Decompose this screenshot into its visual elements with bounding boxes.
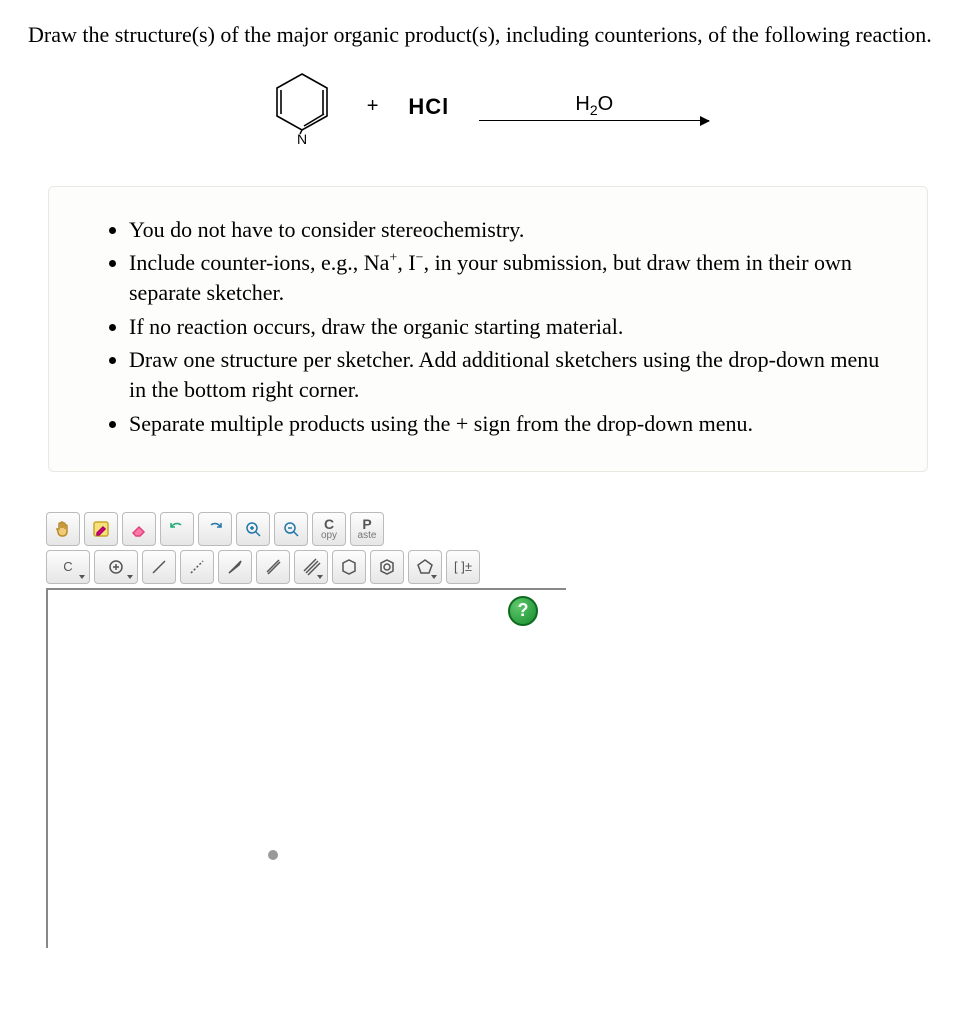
label-small: aste <box>358 531 377 541</box>
reagent-hcl: HCl <box>408 94 449 120</box>
line-icon <box>149 557 169 577</box>
paste-tool[interactable]: Paste <box>350 512 384 546</box>
chevron-down-icon <box>431 575 437 579</box>
chevron-down-icon <box>317 575 323 579</box>
help-button[interactable]: ? <box>508 596 538 626</box>
charge-tool[interactable]: [ ]± <box>446 550 480 584</box>
sketcher-widget[interactable]: CopyPaste C[ ]± ? <box>46 512 566 948</box>
zoom-out-icon <box>281 519 301 539</box>
dots-icon <box>187 557 207 577</box>
benz-icon <box>377 557 397 577</box>
cyclopentane[interactable] <box>408 550 442 584</box>
instruction-item: Draw one structure per sketcher. Add add… <box>129 345 889 404</box>
label-big: C <box>324 517 334 531</box>
zoom-in-tool[interactable] <box>236 512 270 546</box>
plus-circle-icon <box>106 557 126 577</box>
plus-sign: + <box>367 95 379 118</box>
triple-icon <box>301 557 321 577</box>
arrow-condition: H2O <box>575 93 613 118</box>
pan-tool[interactable] <box>46 512 80 546</box>
erase-tool[interactable] <box>122 512 156 546</box>
drawing-canvas[interactable]: ? <box>46 588 566 948</box>
reaction-arrow: H2O <box>479 93 709 121</box>
instruction-item: You do not have to consider stereochemis… <box>129 215 889 245</box>
label-small: opy <box>321 531 337 541</box>
svg-text:N: N <box>297 131 307 146</box>
chevron-down-icon <box>79 575 85 579</box>
button-label: [ ]± <box>454 559 472 574</box>
chevron-down-icon <box>127 575 133 579</box>
wedge-icon <box>225 557 245 577</box>
benzene[interactable] <box>370 550 404 584</box>
zoom-out-tool[interactable] <box>274 512 308 546</box>
cyclohexane[interactable] <box>332 550 366 584</box>
toolbar-row-2: C [ ]± <box>46 550 566 584</box>
add-menu[interactable] <box>94 550 138 584</box>
hand-icon <box>53 519 73 539</box>
instruction-item: Include counter-ions, e.g., Na+, I−, in … <box>129 248 889 307</box>
instructions-list: You do not have to consider stereochemis… <box>109 215 889 439</box>
instructions-panel: You do not have to consider stereochemis… <box>48 186 928 472</box>
toolbar-row-1: CopyPaste <box>46 512 566 546</box>
question-text: Draw the structure(s) of the major organ… <box>28 20 948 50</box>
single-bond[interactable] <box>142 550 176 584</box>
draw-tool[interactable] <box>84 512 118 546</box>
element-menu[interactable]: C <box>46 550 90 584</box>
wedge-bond[interactable] <box>218 550 252 584</box>
pent-icon <box>415 557 435 577</box>
instruction-item: Separate multiple products using the + s… <box>129 409 889 439</box>
dotted-bond[interactable] <box>180 550 214 584</box>
copy-tool[interactable]: Copy <box>312 512 346 546</box>
label-big: P <box>362 517 371 531</box>
pencil-box-icon <box>91 519 111 539</box>
pyridine-structure: N <box>267 68 337 146</box>
canvas-start-dot <box>268 850 278 860</box>
reaction-scheme: N + HCl H2O <box>28 68 948 146</box>
undo-icon <box>167 519 187 539</box>
double-icon <box>263 557 283 577</box>
double-bond[interactable] <box>256 550 290 584</box>
undo-tool[interactable] <box>160 512 194 546</box>
button-label: C <box>63 559 72 574</box>
zoom-in-icon <box>243 519 263 539</box>
instruction-item: If no reaction occurs, draw the organic … <box>129 312 889 342</box>
redo-tool[interactable] <box>198 512 232 546</box>
hex-icon <box>339 557 359 577</box>
triple-bond[interactable] <box>294 550 328 584</box>
redo-icon <box>205 519 225 539</box>
eraser-icon <box>129 519 149 539</box>
